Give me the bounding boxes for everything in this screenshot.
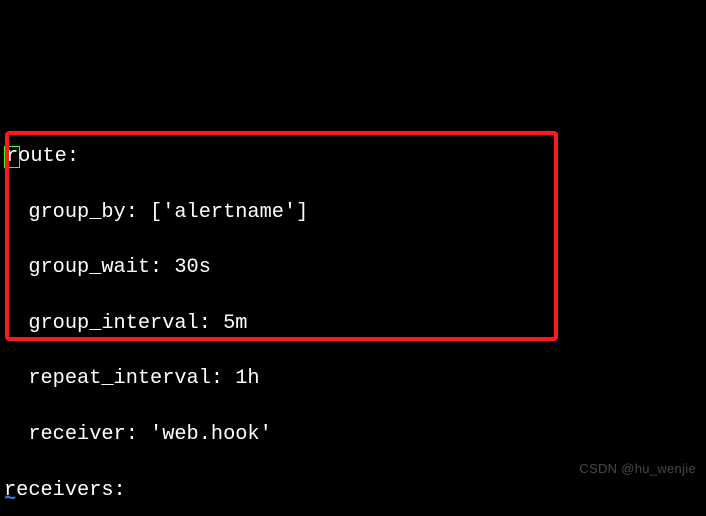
config-line: group_interval: 5m bbox=[4, 310, 706, 338]
config-line: repeat_interval: 1h bbox=[4, 365, 706, 393]
config-line: route: bbox=[4, 143, 706, 171]
config-line: group_wait: 30s bbox=[4, 254, 706, 282]
line-text: oute: bbox=[18, 145, 79, 168]
vim-tilde: ~ bbox=[4, 486, 16, 514]
config-line: receiver: 'web.hook' bbox=[4, 421, 706, 449]
config-line: group_by: ['alertname'] bbox=[4, 199, 706, 227]
watermark-text: CSDN @hu_wenjie bbox=[579, 455, 696, 483]
